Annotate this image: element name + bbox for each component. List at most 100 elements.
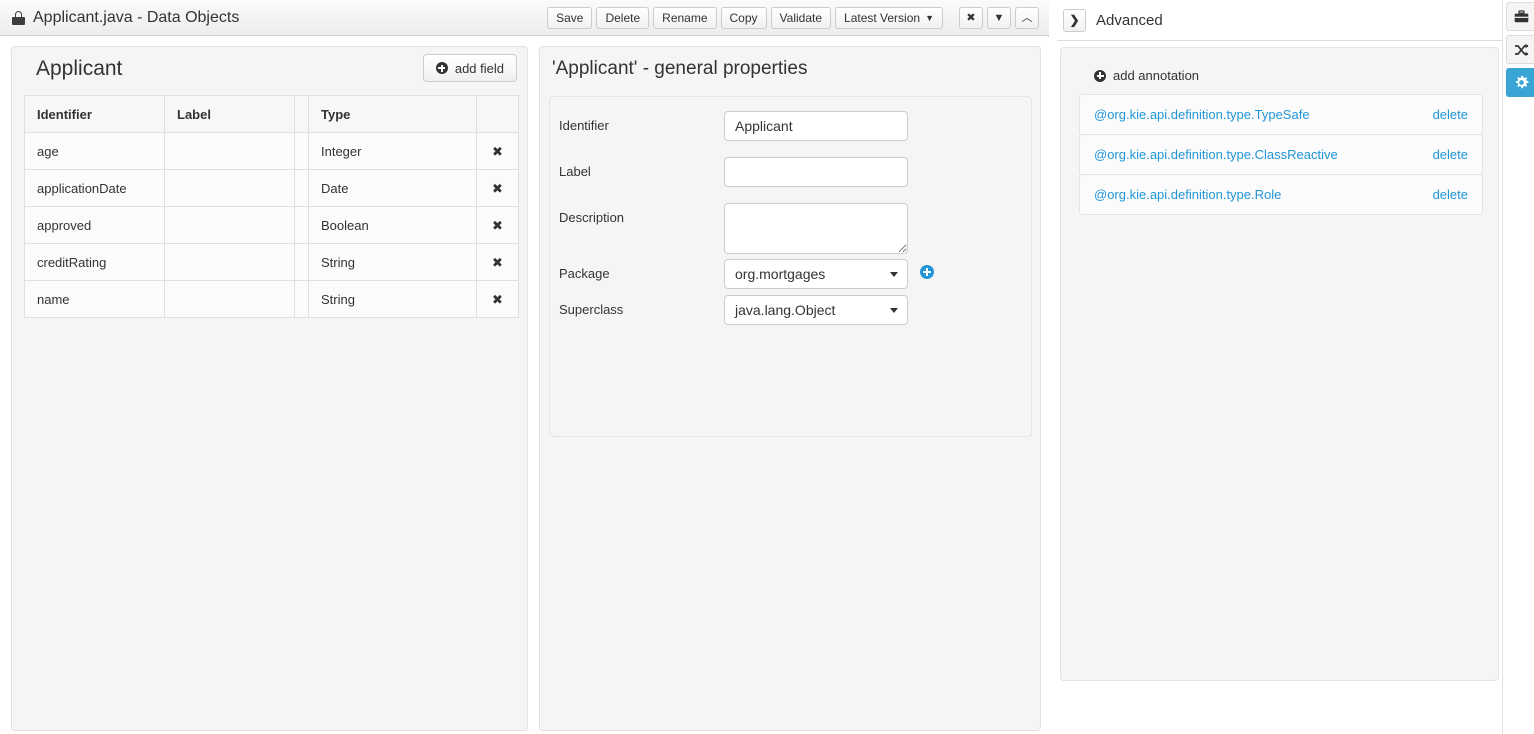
superclass-select[interactable]: java.lang.Object <box>724 295 908 325</box>
annotation-delete-link[interactable]: delete <box>1433 147 1468 162</box>
strip-button-settings[interactable] <box>1506 68 1534 97</box>
delete-field-icon[interactable]: ✖ <box>492 256 503 271</box>
delete-button[interactable]: Delete <box>596 7 649 29</box>
plus-circle-icon <box>436 62 448 74</box>
identifier-field[interactable] <box>724 111 908 141</box>
delete-field-icon[interactable]: ✖ <box>492 182 503 197</box>
chevron-down-icon <box>890 272 898 277</box>
cell-spacer <box>295 133 309 170</box>
cell-spacer <box>295 281 309 318</box>
gear-icon <box>1514 75 1529 90</box>
briefcase-icon <box>1514 10 1529 24</box>
chevron-down-icon: ▼ <box>925 14 934 23</box>
cell-actions: ✖ <box>477 207 519 244</box>
strip-button-project[interactable] <box>1506 2 1534 31</box>
table-row[interactable]: age Integer ✖ <box>25 133 519 170</box>
fields-table-body: age Integer ✖ applicationDate <box>25 133 519 318</box>
rename-button[interactable]: Rename <box>653 7 716 29</box>
cell-identifier: name <box>25 281 165 318</box>
editor-body: Applicant add field Identifier Label <box>0 37 1049 734</box>
column-header-label: Label <box>165 96 295 133</box>
description-field[interactable] <box>724 203 908 254</box>
advanced-panel-title: Advanced <box>1096 12 1163 29</box>
right-icon-strip <box>1502 0 1534 734</box>
superclass-field-label: Superclass <box>559 293 623 327</box>
lock-icon <box>12 11 25 25</box>
table-row[interactable]: applicationDate Date ✖ <box>25 170 519 207</box>
cell-type: Integer <box>309 133 477 170</box>
fields-panel-title: Applicant <box>36 57 122 81</box>
list-item: @org.kie.api.definition.type.Role delete <box>1079 174 1483 215</box>
package-field-label: Package <box>559 257 610 291</box>
add-field-label: add field <box>455 61 504 76</box>
latest-version-dropdown[interactable]: Latest Version ▼ <box>835 7 943 29</box>
annotation-delete-link[interactable]: delete <box>1433 107 1468 122</box>
strip-button-shuffle[interactable] <box>1506 35 1534 64</box>
chevron-down-icon <box>890 308 898 313</box>
chevron-right-icon[interactable]: ❯ <box>1063 9 1086 32</box>
identifier-field-label: Identifier <box>559 109 609 143</box>
label-field[interactable] <box>724 157 908 187</box>
validate-button[interactable]: Validate <box>771 7 831 29</box>
list-item: @org.kie.api.definition.type.ClassReacti… <box>1079 134 1483 175</box>
delete-field-icon[interactable]: ✖ <box>492 219 503 234</box>
editor-toolbar: Save Delete Rename Copy Validate Latest … <box>547 0 1039 36</box>
description-field-label: Description <box>559 201 624 235</box>
fields-table-head: Identifier Label Type <box>25 96 519 133</box>
cell-label <box>165 281 295 318</box>
cell-label <box>165 170 295 207</box>
more-options-button[interactable]: ▼ <box>987 7 1011 29</box>
close-button[interactable]: ✖ <box>959 7 983 29</box>
cell-actions: ✖ <box>477 244 519 281</box>
annotation-name-link[interactable]: @org.kie.api.definition.type.TypeSafe <box>1094 107 1310 122</box>
cell-type: Date <box>309 170 477 207</box>
column-header-spacer <box>295 96 309 133</box>
cell-identifier: creditRating <box>25 244 165 281</box>
table-row[interactable]: approved Boolean ✖ <box>25 207 519 244</box>
editor-titlebar: Applicant.java - Data Objects Save Delet… <box>0 0 1049 36</box>
general-properties-panel: 'Applicant' - general properties Identif… <box>539 46 1041 731</box>
cell-identifier: applicationDate <box>25 170 165 207</box>
cell-actions: ✖ <box>477 281 519 318</box>
editor-pane: Applicant.java - Data Objects Save Delet… <box>0 0 1049 734</box>
form-row-package: Package org.mortgages <box>550 257 1031 291</box>
add-field-button[interactable]: add field <box>423 54 517 82</box>
table-row[interactable]: name String ✖ <box>25 281 519 318</box>
package-select[interactable]: org.mortgages <box>724 259 908 289</box>
collapse-button[interactable]: ︿ <box>1015 7 1039 29</box>
titlebar-title-group: Applicant.java - Data Objects <box>12 0 239 36</box>
annotation-name-link[interactable]: @org.kie.api.definition.type.ClassReacti… <box>1094 147 1338 162</box>
page-title: Applicant.java - Data Objects <box>33 9 239 27</box>
column-header-actions <box>477 96 519 133</box>
save-button[interactable]: Save <box>547 7 592 29</box>
general-properties-title: 'Applicant' - general properties <box>552 58 807 80</box>
form-row-label: Label <box>550 155 1031 189</box>
add-package-button[interactable] <box>920 265 934 282</box>
advanced-pane: ❯ Advanced add annotation @org.kie.api.d… <box>1057 0 1502 734</box>
add-annotation-button[interactable]: add annotation <box>1094 68 1199 83</box>
cell-label <box>165 244 295 281</box>
form-row-description: Description <box>550 201 1031 256</box>
annotation-delete-link[interactable]: delete <box>1433 187 1468 202</box>
annotation-list: @org.kie.api.definition.type.TypeSafe de… <box>1079 94 1483 215</box>
form-row-identifier: Identifier <box>550 109 1031 143</box>
delete-field-icon[interactable]: ✖ <box>492 293 503 308</box>
table-row[interactable]: creditRating String ✖ <box>25 244 519 281</box>
shuffle-icon <box>1514 43 1529 57</box>
column-header-identifier: Identifier <box>25 96 165 133</box>
advanced-panel-body: add annotation @org.kie.api.definition.t… <box>1060 47 1499 681</box>
plus-circle-icon <box>920 265 934 279</box>
list-item: @org.kie.api.definition.type.TypeSafe de… <box>1079 94 1483 135</box>
cell-actions: ✖ <box>477 170 519 207</box>
advanced-panel-header: ❯ Advanced <box>1057 0 1502 41</box>
cell-type: String <box>309 281 477 318</box>
delete-field-icon[interactable]: ✖ <box>492 145 503 160</box>
copy-button[interactable]: Copy <box>721 7 767 29</box>
annotation-name-link[interactable]: @org.kie.api.definition.type.Role <box>1094 187 1281 202</box>
package-select-value: org.mortgages <box>735 266 825 282</box>
cell-actions: ✖ <box>477 133 519 170</box>
table-header-row: Identifier Label Type <box>25 96 519 133</box>
cell-label <box>165 133 295 170</box>
add-annotation-label: add annotation <box>1113 68 1199 83</box>
superclass-select-value: java.lang.Object <box>735 302 835 318</box>
